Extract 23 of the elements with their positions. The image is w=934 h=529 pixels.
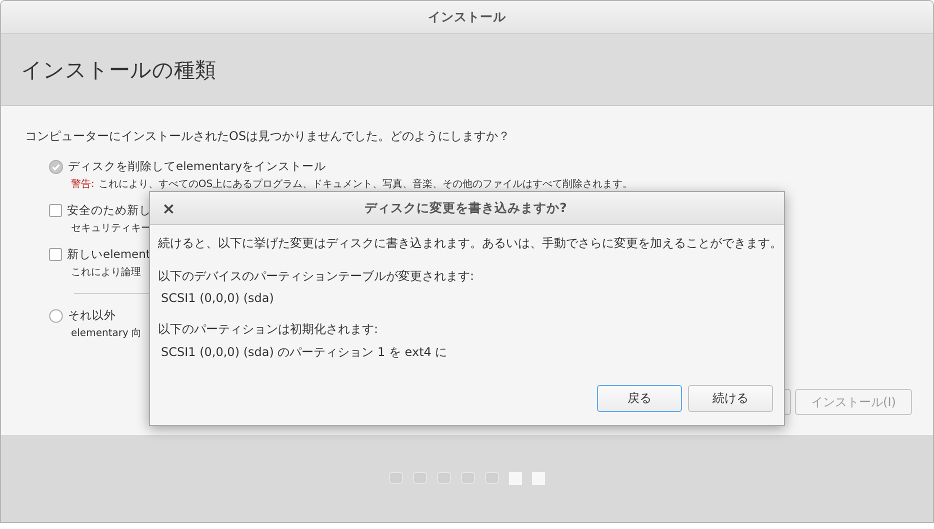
- dialog-text: 以下のデバイスのパーティションテーブルが変更されます:: [158, 268, 476, 285]
- option-label: 新しいelement: [67, 247, 150, 262]
- close-button[interactable]: ×: [152, 198, 186, 218]
- window-title: インストール: [1, 1, 933, 34]
- dialog-button[interactable]: 戻る: [597, 385, 682, 412]
- selected-radio-icon[interactable]: [49, 160, 63, 174]
- option-label: 安全のため新し: [67, 203, 151, 218]
- device-text: SCSI1 (0,0,0) (sda) のパーティション 1 を ext4 に: [160, 344, 448, 361]
- dialog-text: 以下のパーティションは初期化されます:: [158, 321, 380, 338]
- checkbox[interactable]: [49, 204, 62, 217]
- dialog-title: ディスクに変更を書き込みますか?: [364, 200, 568, 216]
- option-description: elementary 向: [71, 327, 142, 340]
- page-title: インストールの種類: [21, 56, 216, 84]
- checkbox[interactable]: [49, 248, 62, 261]
- option-description: これにより論理: [71, 266, 141, 279]
- device-text: SCSI1 (0,0,0) (sda): [160, 291, 275, 305]
- radio-button[interactable]: [49, 308, 63, 322]
- dialog-text: 続けると、以下に挙げた変更はディスクに書き込まれます。あるいは、手動でさらに変更を加えることができます。: [158, 235, 776, 252]
- option-label: ディスクを削除してelementaryをインストール: [68, 159, 326, 174]
- option-description: 警告: これにより、すべてのOS上にあるプログラム、ドキュメント、写真、音楽、その他のファイルはすべて削除されます。: [71, 178, 633, 191]
- question-text: コンピューターにインストールされたOSは見つかりませんでした。どのようにしますか？: [25, 128, 512, 145]
- dialog-button[interactable]: 続ける: [688, 385, 773, 412]
- option-label: それ以外: [68, 308, 116, 323]
